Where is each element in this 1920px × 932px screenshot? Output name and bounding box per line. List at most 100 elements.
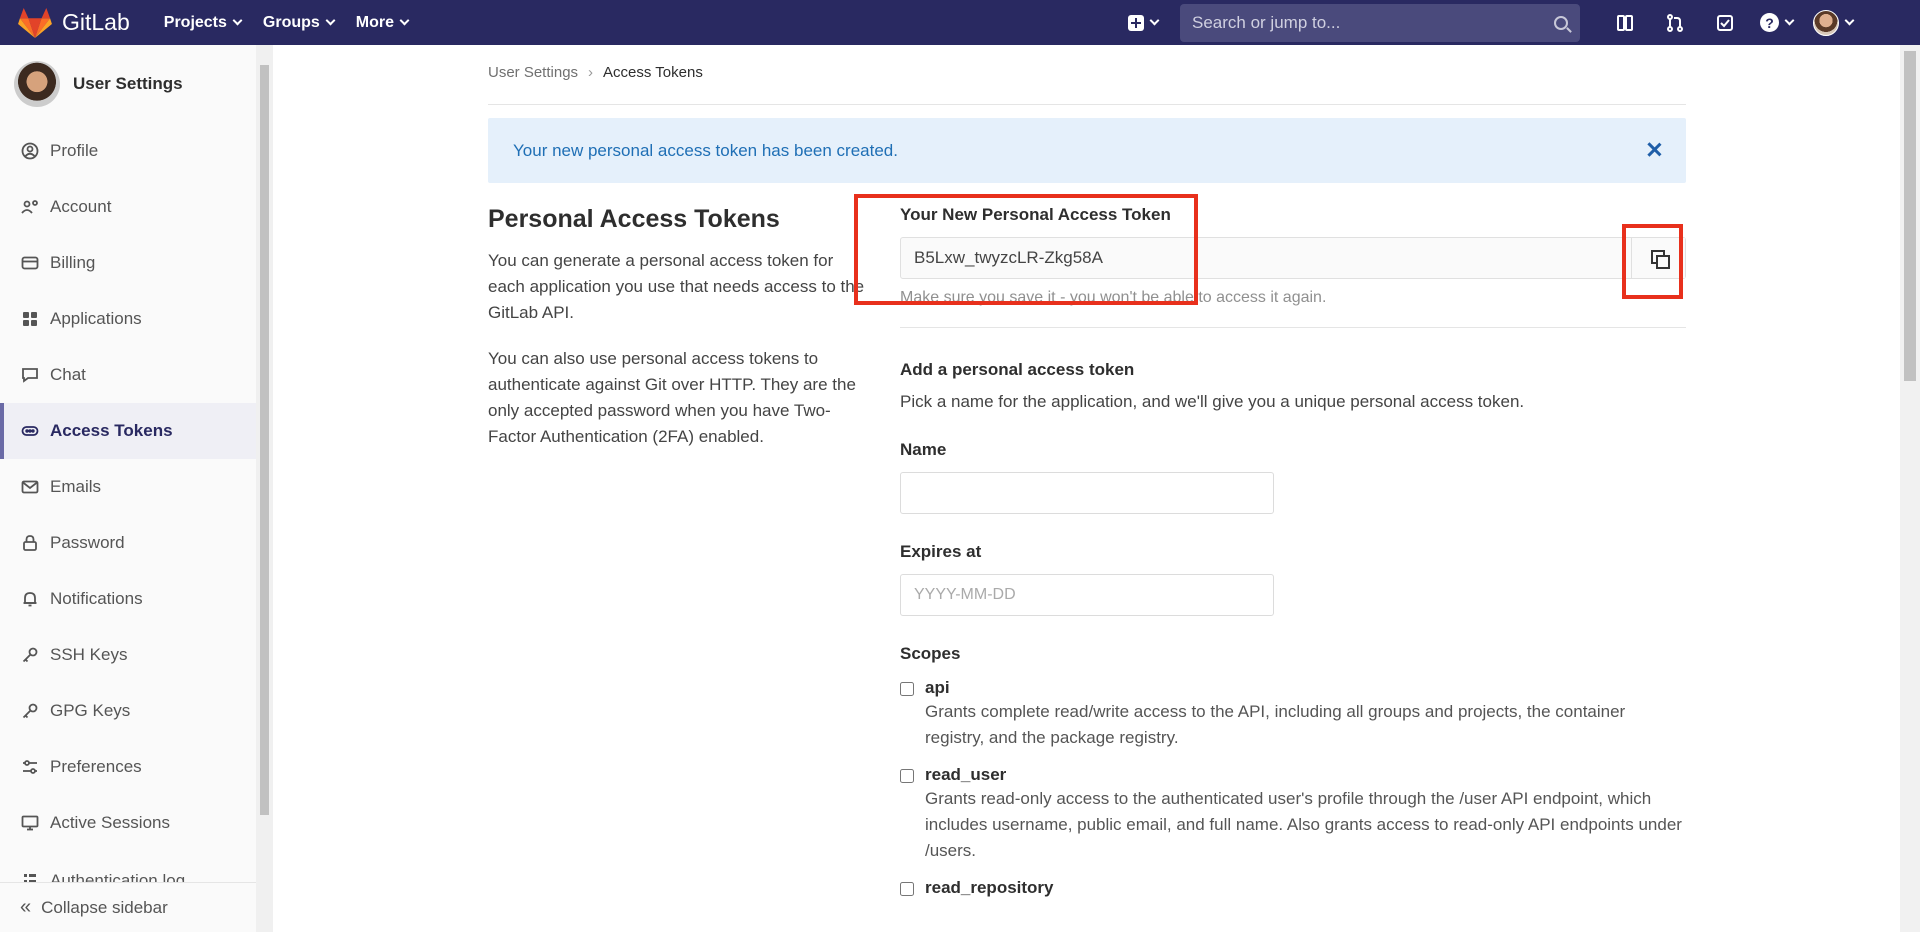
todos-icon[interactable] — [1712, 10, 1738, 36]
user-menu-button[interactable] — [1813, 9, 1855, 36]
breadcrumb: User Settings › Access Tokens — [488, 64, 1686, 105]
applications-icon — [20, 309, 40, 329]
main-nav: Projects Groups More — [164, 14, 430, 32]
page-scrollbar[interactable] — [1900, 45, 1920, 932]
settings-sidebar: User Settings Profile Account Billing Ap… — [0, 45, 273, 932]
sidebar-header[interactable]: User Settings — [0, 45, 272, 123]
gitlab-logo[interactable]: GitLab — [18, 7, 130, 39]
nav-more[interactable]: More — [355, 13, 410, 32]
scope-name[interactable]: read_repository — [925, 878, 1054, 898]
user-avatar — [1813, 9, 1839, 36]
sidebar-item-label: Access Tokens — [50, 421, 173, 440]
search-icon — [1554, 15, 1568, 30]
chevron-down-icon — [1844, 15, 1855, 26]
divider — [900, 327, 1686, 328]
sidebar-item-label: SSH Keys — [50, 645, 128, 664]
account-icon — [20, 197, 40, 217]
sidebar-item-billing[interactable]: Billing — [0, 235, 272, 291]
scopes-label: Scopes — [900, 644, 961, 663]
mail-icon — [20, 477, 40, 497]
copy-icon — [1650, 250, 1670, 269]
merge-requests-icon[interactable] — [1662, 10, 1688, 36]
chevron-down-icon — [232, 15, 243, 26]
sidebar-item-active-sessions[interactable]: Active Sessions — [0, 795, 272, 851]
sidebar-item-account[interactable]: Account — [0, 179, 272, 235]
new-token-hint: Make sure you save it - you won't be abl… — [900, 289, 1327, 306]
sidebar-item-label: Active Sessions — [50, 813, 170, 832]
sidebar-item-preferences[interactable]: Preferences — [0, 739, 272, 795]
chevron-right-icon: › — [588, 64, 594, 81]
scope-description: Grants complete read/write access to the… — [925, 702, 1626, 747]
scope-read-repository: read_repository — [900, 878, 1686, 898]
expires-label: Expires at — [900, 542, 982, 561]
sidebar-nav: Profile Account Billing Applications Cha… — [0, 123, 272, 891]
sidebar-item-label: Applications — [50, 309, 142, 328]
profile-icon — [20, 141, 40, 161]
sidebar-item-access-tokens[interactable]: Access Tokens — [0, 403, 272, 459]
top-navbar: GitLab Projects Groups More Search or ju… — [0, 0, 1920, 45]
expires-at-input[interactable] — [900, 574, 1274, 616]
chevron-down-icon — [325, 15, 336, 26]
sidebar-item-gpg-keys[interactable]: GPG Keys — [0, 683, 272, 739]
new-token-value[interactable]: B5Lxw_twyzcLR-Zkg58A — [901, 248, 1631, 268]
intro-paragraph: You can generate a personal access token… — [488, 251, 865, 322]
key-icon — [20, 645, 40, 665]
chevron-down-icon — [1784, 15, 1795, 26]
page-title: Personal Access Tokens — [488, 205, 780, 233]
sidebar-item-label: Profile — [50, 141, 99, 160]
sidebar-scrollbar-thumb[interactable] — [260, 65, 269, 815]
sidebar-item-label: Notifications — [50, 589, 143, 608]
sidebar-item-ssh-keys[interactable]: SSH Keys — [0, 627, 272, 683]
sidebar-item-label: Chat — [50, 365, 86, 384]
page-scrollbar-thumb[interactable] — [1904, 51, 1916, 381]
sidebar-item-emails[interactable]: Emails — [0, 459, 272, 515]
nav-groups[interactable]: Groups — [262, 13, 336, 32]
nav-projects[interactable]: Projects — [163, 13, 243, 32]
add-token-title: Add a personal access token — [900, 360, 1135, 379]
search-input[interactable]: Search or jump to... — [1180, 3, 1580, 42]
new-dropdown-button[interactable] — [1128, 14, 1160, 31]
sidebar-item-password[interactable]: Password — [0, 515, 272, 571]
help-icon: ? — [1760, 13, 1779, 32]
sidebar-item-label: GPG Keys — [50, 701, 131, 720]
scope-read-repository-checkbox[interactable] — [900, 882, 914, 896]
sidebar-item-profile[interactable]: Profile — [0, 123, 272, 179]
close-icon[interactable] — [1644, 140, 1664, 160]
sidebar-item-label: Account — [50, 197, 112, 216]
flash-notice: Your new personal access token has been … — [488, 118, 1686, 183]
chat-icon — [20, 365, 40, 385]
scope-read-user: read_user Grants read-only access to the… — [900, 765, 1686, 864]
breadcrumb-user-settings[interactable]: User Settings — [488, 64, 578, 81]
sidebar-item-applications[interactable]: Applications — [0, 291, 272, 347]
copy-token-button[interactable] — [1631, 238, 1685, 278]
key-icon — [20, 701, 40, 721]
sidebar-scrollbar[interactable] — [256, 45, 273, 932]
nav-more-label: More — [355, 13, 395, 31]
sidebar-toggle-icon[interactable] — [1612, 10, 1638, 36]
scope-description: Grants read-only access to the authentic… — [925, 789, 1682, 860]
sidebar-item-label: Password — [50, 533, 125, 552]
sidebar-item-chat[interactable]: Chat — [0, 347, 272, 403]
breadcrumb-current[interactable]: Access Tokens — [603, 64, 703, 81]
main-content: User Settings › Access Tokens Your new p… — [274, 45, 1900, 932]
collapse-sidebar-button[interactable]: « Collapse sidebar — [0, 882, 256, 932]
tanuki-icon — [18, 7, 52, 38]
nav-groups-label: Groups — [262, 13, 320, 31]
scope-name[interactable]: api — [925, 678, 1685, 698]
topbar-actions: Search or jump to... ? — [1128, 0, 1863, 45]
add-token-description: Pick a name for the application, and we'… — [900, 392, 1525, 411]
name-input[interactable] — [900, 472, 1274, 514]
collapse-sidebar-label: Collapse sidebar — [41, 897, 168, 917]
scope-read-user-checkbox[interactable] — [900, 769, 914, 783]
scope-name[interactable]: read_user — [925, 765, 1685, 785]
nav-projects-label: Projects — [163, 13, 227, 31]
scope-api-checkbox[interactable] — [900, 682, 914, 696]
sidebar-title: User Settings — [73, 74, 183, 93]
sidebar-item-notifications[interactable]: Notifications — [0, 571, 272, 627]
settings-icon — [20, 757, 40, 777]
scope-api: api Grants complete read/write access to… — [900, 678, 1686, 751]
monitor-icon — [20, 813, 40, 833]
avatar — [14, 61, 60, 107]
name-label: Name — [900, 440, 947, 459]
help-button[interactable]: ? — [1760, 13, 1795, 32]
